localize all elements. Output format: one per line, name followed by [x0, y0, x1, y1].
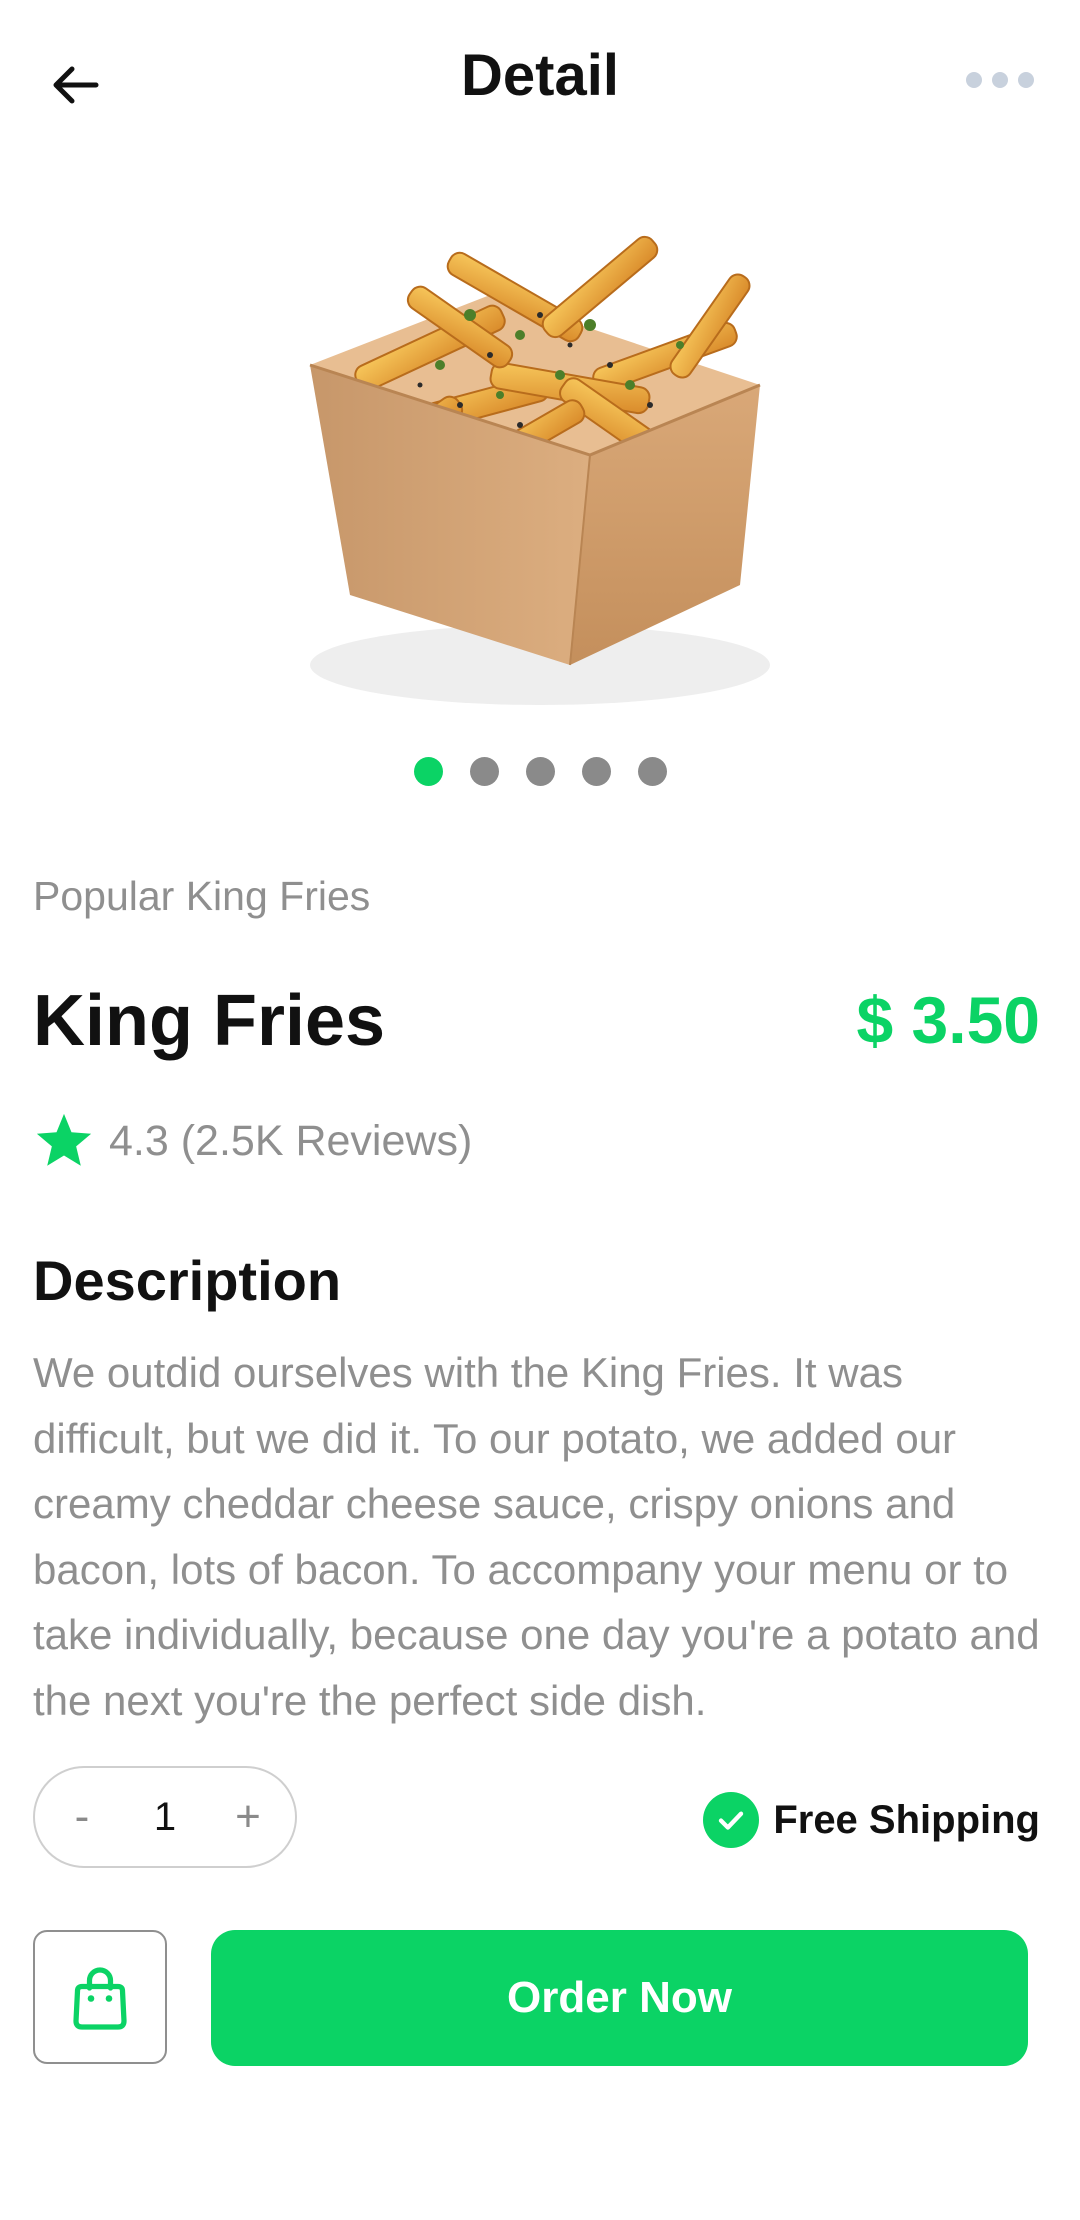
product-name: King Fries [33, 981, 386, 1061]
carousel-dot[interactable] [469, 757, 499, 786]
quantity-value: 1 [153, 1794, 177, 1839]
carousel-dot[interactable] [525, 757, 555, 786]
more-menu-button[interactable] [950, 55, 1050, 105]
increase-quantity-button[interactable]: + [223, 1792, 273, 1842]
fries-image [309, 235, 770, 705]
carousel-dot[interactable] [637, 757, 667, 786]
rating-row: 4.3 (2.5K Reviews) [33, 1110, 472, 1172]
free-shipping-label: Free Shipping [773, 1797, 1040, 1842]
order-now-button[interactable]: Order Now [211, 1930, 1028, 2066]
order-now-label: Order Now [507, 1973, 732, 2022]
page-title: Detail [461, 43, 619, 108]
shopping-bag-icon [73, 1967, 127, 2030]
check-circle-icon [703, 1792, 760, 1848]
description-text: We outdid ourselves with the King Fries.… [33, 1349, 1040, 1724]
carousel-dot[interactable] [413, 757, 443, 786]
product-price: $ 3.50 [856, 983, 1041, 1057]
star-icon [36, 1113, 92, 1166]
more-horizontal-icon [966, 72, 982, 88]
free-shipping-badge: Free Shipping [703, 1792, 1040, 1848]
quantity-stepper: - 1 + [33, 1766, 297, 1868]
rating-text: 4.3 (2.5K Reviews) [109, 1117, 472, 1166]
decrease-quantity-button[interactable]: - [57, 1792, 107, 1842]
rating-value: 4.3 [109, 1116, 169, 1165]
product-category: Popular King Fries [33, 873, 371, 919]
more-horizontal-icon [1018, 72, 1034, 88]
carousel-dot[interactable] [581, 757, 611, 786]
add-to-bag-button[interactable] [33, 1930, 167, 2064]
more-horizontal-icon [992, 72, 1008, 88]
review-count: (2.5K Reviews) [180, 1116, 473, 1165]
description-heading: Description [33, 1249, 342, 1312]
image-carousel-indicator [0, 757, 1080, 786]
